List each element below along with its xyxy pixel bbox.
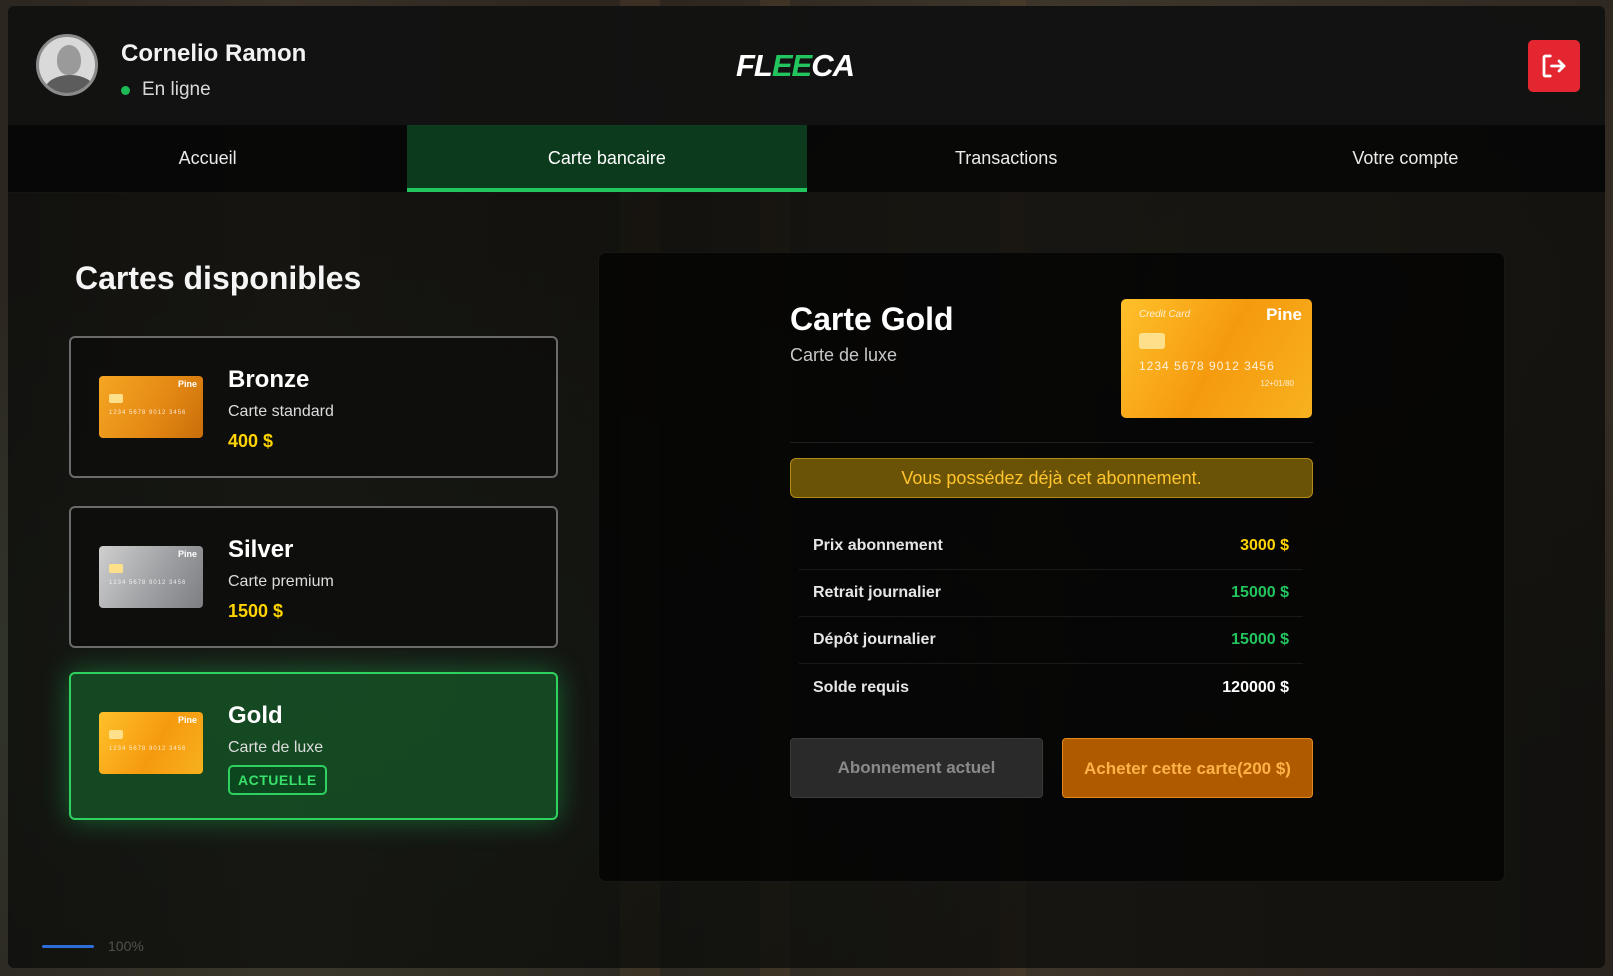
user-avatar-icon [36, 34, 98, 96]
detail-subtitle: Carte de luxe [790, 345, 898, 365]
gold-card-image: Pine 1234 5678 9012 3456 [99, 712, 203, 774]
divider [790, 442, 1313, 443]
info-row: Dépôt journalier 15000 $ [799, 617, 1303, 664]
silver-card-image: Pine 1234 5678 9012 3456 [99, 546, 203, 608]
status-text: En ligne [142, 79, 211, 100]
status-dot-icon [121, 85, 130, 95]
card-name: Bronze [228, 366, 310, 393]
tab-carte-bancaire[interactable]: Carte bancaire [407, 125, 807, 192]
card-option-silver[interactable]: Pine 1234 5678 9012 3456 Silver Carte pre… [69, 506, 558, 648]
loading-indicator: 100% [42, 938, 144, 954]
card-price: 400 $ [228, 431, 274, 451]
card-option-bronze[interactable]: Pine 1234 5678 9012 3456 Bronze Carte sta… [69, 336, 558, 478]
card-description: Carte standard [228, 403, 334, 420]
user-name: Cornelio Ramon [121, 40, 307, 67]
info-row: Solde requis 120000 $ [813, 678, 1289, 696]
owned-notice: Vous possédez déjà cet abonnement. [790, 458, 1313, 498]
tab-votre-compte[interactable]: Votre compte [1206, 125, 1605, 192]
online-status: En ligne [121, 79, 211, 101]
logout-button[interactable] [1528, 40, 1580, 92]
tab-bar: Accueil Carte bancaire Transactions Votr… [8, 125, 1605, 193]
fleeca-logo: FLEECA [736, 48, 855, 83]
card-option-gold[interactable]: Pine 1234 5678 9012 3456 Gold Carte de lu… [69, 672, 558, 820]
buy-card-button[interactable]: Acheter cette carte (200 $) [1062, 738, 1313, 798]
card-name: Silver [228, 536, 294, 563]
info-row: Retrait journalier 15000 $ [799, 570, 1303, 617]
bronze-card-image: Pine 1234 5678 9012 3456 [99, 376, 203, 438]
tab-transactions[interactable]: Transactions [807, 125, 1206, 192]
info-row: Prix abonnement 3000 $ [799, 523, 1303, 570]
card-description: Carte de luxe [228, 739, 324, 756]
card-description: Carte premium [228, 573, 334, 590]
current-subscription-button[interactable]: Abonnement actuel [790, 738, 1043, 798]
logout-icon [1542, 54, 1566, 78]
card-price: 1500 $ [228, 601, 284, 621]
loading-percent: 100% [108, 938, 144, 954]
detail-title: Carte Gold [790, 301, 954, 337]
tab-accueil[interactable]: Accueil [8, 125, 407, 192]
bank-window: Cornelio Ramon En ligne FLEECA Accueil C… [8, 6, 1605, 968]
card-detail-panel: Carte Gold Carte de luxe Credit Card Pin… [598, 252, 1505, 882]
header: Cornelio Ramon En ligne FLEECA [8, 6, 1605, 126]
current-badge: ACTUELLE [228, 765, 327, 795]
gold-card-preview: Credit Card Pine 1234 5678 9012 3456 12+… [1121, 299, 1312, 418]
section-title: Cartes disponibles [75, 260, 362, 296]
info-table: Prix abonnement 3000 $ Retrait journalie… [799, 523, 1303, 711]
card-name: Gold [228, 702, 283, 729]
